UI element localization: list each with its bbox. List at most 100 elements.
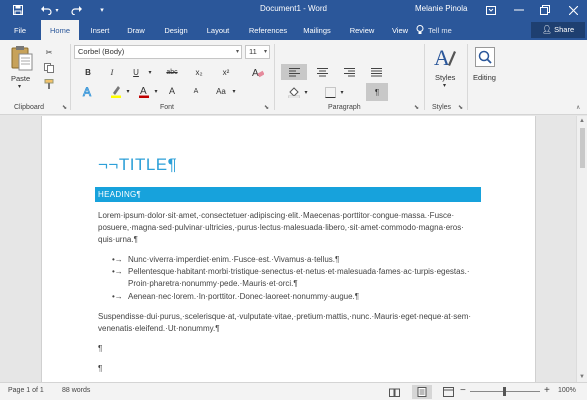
copy-icon[interactable] bbox=[42, 62, 56, 74]
status-bar: Page 1 of 1 88 words − + 100% bbox=[0, 382, 587, 400]
strikethrough-button[interactable]: abc bbox=[163, 65, 181, 79]
zoom-slider-thumb[interactable] bbox=[503, 387, 506, 396]
tab-layout[interactable]: Layout bbox=[200, 20, 236, 40]
align-right-button[interactable] bbox=[339, 64, 359, 80]
font-size-combo[interactable]: 11 ▾ bbox=[245, 45, 270, 59]
word-count[interactable]: 88 words bbox=[62, 387, 90, 394]
clear-formatting-icon[interactable]: A bbox=[250, 64, 266, 80]
document-title[interactable]: ¬¬TITLE¶ bbox=[98, 155, 177, 175]
chevron-down-icon[interactable]: ▾ bbox=[302, 85, 310, 99]
chevron-down-icon: ▾ bbox=[443, 83, 447, 89]
paragraph-1[interactable]: Lorem·ipsum·dolor·sit·amet,·consectetuer… bbox=[98, 210, 478, 246]
tab-home[interactable]: Home bbox=[41, 20, 79, 40]
chevron-down-icon[interactable]: ▾ bbox=[338, 85, 346, 99]
scroll-up-icon[interactable]: ▲ bbox=[579, 118, 585, 124]
document-heading[interactable]: HEADING¶ bbox=[95, 187, 481, 202]
borders-icon[interactable] bbox=[322, 85, 338, 99]
superscript-button[interactable]: x² bbox=[218, 65, 234, 79]
paragraph-2[interactable]: Suspendisse·dui·purus,·scelerisque·at,·v… bbox=[98, 311, 478, 335]
change-case-button[interactable]: Aa bbox=[212, 84, 230, 98]
font-name-combo[interactable]: Corbel (Body) ▾ bbox=[74, 45, 242, 59]
chevron-down-icon: ▾ bbox=[263, 49, 267, 55]
chevron-down-icon[interactable]: ▾ bbox=[230, 84, 238, 98]
paste-button[interactable]: Paste ▾ bbox=[8, 45, 38, 99]
svg-text:A: A bbox=[140, 86, 147, 97]
tab-view[interactable]: View bbox=[386, 20, 414, 40]
dialog-launcher-icon[interactable]: ⬊ bbox=[458, 104, 463, 111]
align-center-button[interactable] bbox=[312, 64, 332, 80]
paste-label: Paste bbox=[11, 74, 31, 83]
tab-mailings[interactable]: Mailings bbox=[297, 20, 337, 40]
scroll-thumb[interactable] bbox=[580, 128, 585, 168]
paragraph-line: posuere,·magna·sed·pulvinar·ultricies,·p… bbox=[98, 223, 464, 232]
restore-icon[interactable] bbox=[532, 0, 558, 20]
ribbon-display-icon[interactable] bbox=[478, 0, 504, 20]
page-count[interactable]: Page 1 of 1 bbox=[8, 387, 44, 394]
web-layout-icon[interactable] bbox=[438, 385, 458, 399]
user-name[interactable]: Melanie Pinola bbox=[415, 4, 467, 13]
zoom-in-button[interactable]: + bbox=[544, 385, 550, 396]
clipboard-icon bbox=[11, 46, 33, 71]
tab-draw[interactable]: Draw bbox=[122, 20, 150, 40]
font-color-icon[interactable]: A bbox=[136, 84, 152, 98]
justify-icon bbox=[370, 67, 382, 76]
tell-me-box[interactable]: Tell me bbox=[428, 20, 452, 40]
font-name-value: Corbel (Body) bbox=[78, 47, 125, 56]
minimize-icon[interactable] bbox=[506, 0, 532, 20]
underline-button[interactable]: U bbox=[128, 65, 144, 79]
dialog-launcher-icon[interactable]: ⬊ bbox=[414, 104, 419, 111]
ribbon-tabs: File Home Insert Draw Design Layout Refe… bbox=[0, 20, 587, 40]
shading-icon[interactable] bbox=[286, 85, 302, 99]
tab-references[interactable]: References bbox=[244, 20, 292, 40]
styles-button[interactable]: A Styles ▾ bbox=[430, 45, 460, 100]
text-effects-icon[interactable]: A bbox=[80, 84, 96, 98]
list-item-line: Aenean·nec·lorem.·In·porttitor.·Donec·la… bbox=[128, 292, 360, 301]
empty-paragraph[interactable]: ¶ bbox=[98, 364, 102, 373]
chevron-down-icon[interactable]: ▾ bbox=[124, 84, 132, 98]
list-item-line: Proin·pharetra·nonummy·pede.·Mauris·et·o… bbox=[128, 279, 298, 288]
align-left-icon bbox=[288, 67, 300, 76]
collapse-ribbon-icon[interactable]: ∧ bbox=[576, 104, 580, 111]
paragraph-group-label: Paragraph bbox=[328, 104, 361, 111]
dialog-launcher-icon[interactable]: ⬊ bbox=[62, 104, 67, 111]
zoom-out-button[interactable]: − bbox=[460, 385, 466, 396]
grow-font-button[interactable]: A bbox=[164, 84, 180, 98]
italic-button[interactable]: I bbox=[104, 65, 120, 79]
scroll-down-icon[interactable]: ▼ bbox=[579, 374, 585, 380]
list-item-line: Pellentesque·habitant·morbi·tristique·se… bbox=[128, 267, 470, 276]
bullet-marker: •→ bbox=[112, 292, 123, 301]
styles-icon: A bbox=[434, 45, 456, 69]
tab-review[interactable]: Review bbox=[344, 20, 380, 40]
close-icon[interactable] bbox=[560, 0, 586, 20]
styles-label: Styles bbox=[435, 73, 456, 82]
justify-button[interactable] bbox=[366, 64, 386, 80]
shrink-font-button[interactable]: A bbox=[188, 84, 204, 98]
editing-button[interactable]: Editing bbox=[472, 45, 500, 100]
cut-icon[interactable]: ✂ bbox=[42, 46, 56, 58]
tab-file[interactable]: File bbox=[6, 20, 34, 40]
vertical-scrollbar[interactable]: ▲ ▼ bbox=[576, 116, 587, 382]
format-painter-icon[interactable] bbox=[42, 78, 56, 90]
highlight-icon[interactable] bbox=[108, 84, 124, 98]
bold-button[interactable]: B bbox=[80, 65, 96, 79]
ribbon-home: Paste ▾ ✂ Clipboard ⬊ Corbel (Body) ▾ 11… bbox=[0, 40, 587, 115]
tab-insert[interactable]: Insert bbox=[84, 20, 116, 40]
show-marks-button[interactable]: ¶ bbox=[366, 83, 388, 101]
group-divider bbox=[424, 44, 425, 110]
empty-paragraph[interactable]: ¶ bbox=[98, 344, 102, 353]
align-left-button[interactable] bbox=[281, 64, 307, 80]
align-right-icon bbox=[343, 67, 355, 76]
svg-text:A: A bbox=[434, 45, 450, 69]
zoom-level[interactable]: 100% bbox=[558, 387, 576, 394]
tab-design[interactable]: Design bbox=[157, 20, 195, 40]
svg-text:A: A bbox=[252, 68, 259, 78]
chevron-down-icon[interactable]: ▾ bbox=[152, 84, 160, 98]
share-button[interactable]: 👤︎ Share bbox=[531, 22, 585, 38]
print-layout-icon[interactable] bbox=[412, 385, 432, 399]
dialog-launcher-icon[interactable]: ⬊ bbox=[264, 104, 269, 111]
title-bar: ▾ ▾ Document1 - Word Melanie Pinola bbox=[0, 0, 587, 20]
read-mode-icon[interactable] bbox=[384, 385, 404, 399]
list-item-line: Nunc·viverra·imperdiet·enim.·Fusce·est.·… bbox=[128, 255, 340, 264]
chevron-down-icon[interactable]: ▾ bbox=[146, 65, 154, 79]
subscript-button[interactable]: x₂ bbox=[191, 65, 207, 79]
